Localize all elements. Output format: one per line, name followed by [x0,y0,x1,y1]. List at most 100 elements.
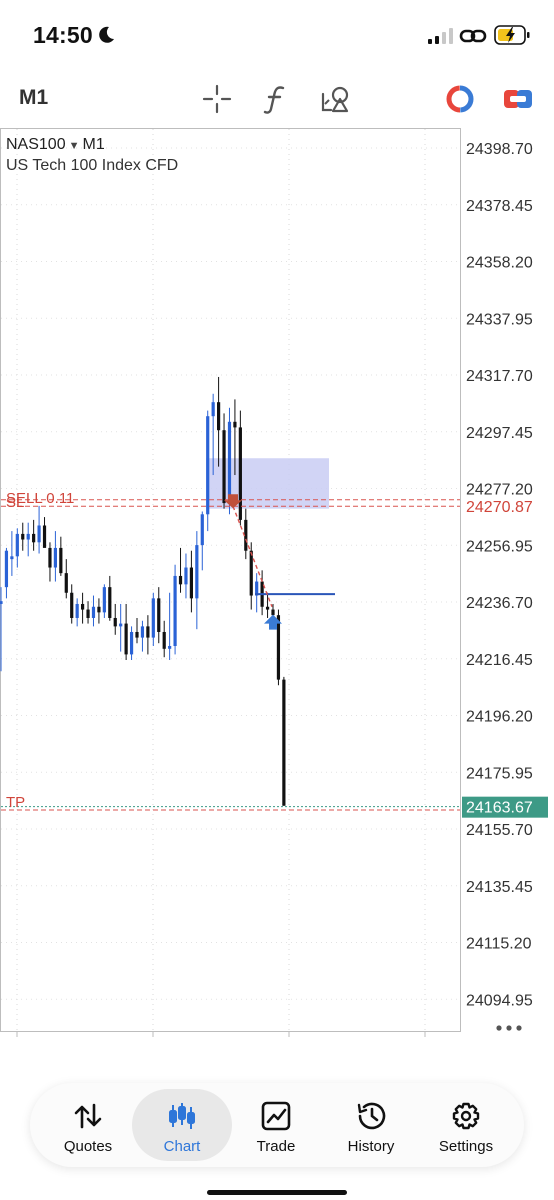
crosshair-icon[interactable] [200,82,234,116]
nav-history[interactable]: History [321,1089,421,1161]
status-time: 14:50 [33,22,93,48]
sell-price-badge: 24270.87 [466,499,533,516]
price-tick-label: 24358.20 [466,255,533,272]
candle-body-46 [249,550,253,596]
current-price-badge: 24163.67 [466,800,533,817]
nav-quotes-label: Quotes [63,1138,113,1155]
candle-body-43 [233,421,237,428]
sl-label: SL [6,494,24,511]
nav-quotes[interactable]: Quotes [38,1089,138,1161]
candle-body-14 [75,603,79,618]
candle-body-24 [129,631,134,655]
candle-body-49 [265,606,270,610]
price-chart[interactable]: 24398.70 24378.45 24358.20 24337.95 24317.70… [0,128,554,1060]
symbol-name: NAS100 [6,136,66,153]
nav-trade[interactable]: Trade [226,1089,326,1161]
quotes-arrows-icon [74,1103,102,1129]
candle-body-10 [53,547,57,568]
plot-frame [0,128,461,1032]
cellular-signal-icon [428,28,453,44]
price-tick-label: 24196.20 [466,709,533,726]
tp-label: TP [6,794,25,811]
candle-body-21 [113,617,117,627]
bottom-navigation: Quotes Chart Trade History Settings [30,1083,524,1167]
candle-body-18 [97,606,101,613]
candle-body-40 [217,402,221,431]
symbol-dropdown-icon: ▼ [68,140,80,152]
price-tick-label: 24378.45 [466,198,533,215]
candle-body-34 [184,567,188,585]
candle-body-9 [48,547,52,568]
candle-body-19 [102,587,106,613]
candle-body-15 [81,603,85,610]
price-tick-label: 24236.70 [466,595,533,612]
candle-body-50 [271,609,275,616]
chart-canvas[interactable]: 24398.70 24378.45 24358.20 24337.95 24317.70… [0,128,554,1060]
candle-body-5 [26,533,30,540]
price-tick-label: 24135.45 [466,879,533,896]
more-options-icon[interactable] [494,1023,524,1033]
price-tick-label: 24175.95 [466,765,533,782]
nav-settings-label: Settings [438,1138,494,1155]
candle-body-13 [70,592,74,618]
candle-body-33 [178,575,183,585]
trade-chart-icon [261,1101,291,1131]
candle-body-11 [59,547,63,574]
candle-body-0 [0,601,3,604]
price-tick-label: 24115.20 [466,936,532,953]
candle-body-42 [227,421,232,504]
price-tick-label: 24216.45 [466,652,533,669]
chart-toolbar: M1 [0,70,554,128]
drawing-objects-icon[interactable] [319,82,353,116]
candle-body-29 [157,598,161,632]
price-tick-label: 24277.20 [466,482,533,499]
battery-charging-icon [494,25,530,45]
candle-body-7 [37,525,41,543]
candle-body-6 [32,533,36,543]
timeframe-selector[interactable]: M1 [19,86,48,110]
link-icon [459,29,487,43]
price-tick-label: 24256.95 [466,538,533,555]
candle-body-30 [162,631,166,649]
nav-trade-label: Trade [256,1138,296,1155]
moon-icon [99,26,114,43]
candle-body-27 [146,626,150,638]
candle-body-12 [64,573,68,593]
candle-body-39 [211,402,215,417]
candle-body-52 [282,679,286,806]
one-click-trading-icon[interactable] [443,82,477,116]
candle-body-36 [195,545,199,599]
candle-body-23 [124,623,128,655]
nav-history-label: History [347,1138,395,1155]
price-tick-label: 24398.70 [466,141,533,158]
candle-body-4 [21,533,25,540]
candlestick-chart-icon [169,1103,195,1129]
nav-settings[interactable]: Settings [416,1089,516,1161]
candle-body-41 [222,430,226,504]
candle-body-31 [168,645,172,649]
nav-chart[interactable]: Chart [132,1089,232,1161]
symbol-header[interactable]: NAS100 ▼ M1 [6,136,105,154]
settings-gear-icon [452,1102,480,1130]
price-tick-label: 24297.45 [466,425,533,442]
candle-body-32 [173,575,177,646]
price-tick-label: 24317.70 [466,368,533,385]
candle-body-8 [42,525,47,548]
chart-window-toggle-icon[interactable] [501,82,535,116]
candle-body-3 [15,533,19,557]
candle-body-20 [108,587,112,618]
indicators-f-icon[interactable] [259,82,293,116]
candle-body-1 [4,550,9,588]
nav-chart-label: Chart [163,1138,201,1155]
candle-body-17 [91,606,96,618]
price-tick-label: 24094.95 [466,992,533,1009]
candle-body-35 [189,567,193,599]
candle-body-28 [151,598,155,638]
candle-body-51 [276,615,281,680]
status-bar: 14:50 [0,0,554,70]
candle-body-38 [206,416,210,515]
price-tick-label: 24337.95 [466,311,533,328]
home-indicator [207,1190,347,1195]
candle-body-37 [200,514,204,546]
symbol-description: US Tech 100 Index CFD [6,157,179,174]
